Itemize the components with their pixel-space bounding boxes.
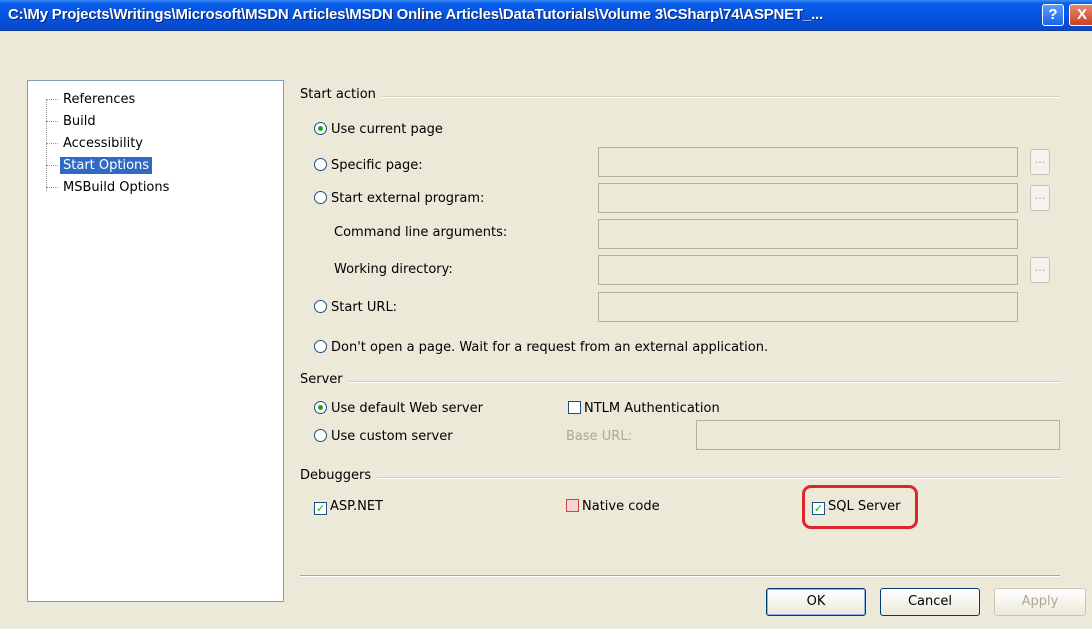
use-current-page-label: Use current page — [331, 122, 443, 137]
start-action-group-label: Start action — [300, 87, 382, 102]
aspnet-debugger-checkbox[interactable]: ✓ ASP.NET — [314, 498, 383, 516]
checkbox-icon[interactable] — [566, 499, 579, 512]
help-button[interactable]: ? — [1042, 4, 1064, 26]
dont-open-page-option[interactable]: Don't open a page. Wait for a request fr… — [314, 339, 768, 357]
start-external-program-option[interactable]: Start external program: — [314, 190, 484, 208]
command-line-arguments-label: Command line arguments: — [334, 225, 508, 240]
specific-page-option[interactable]: Specific page: — [314, 157, 423, 175]
base-url-label: Base URL: — [566, 429, 632, 444]
radio-checked-icon[interactable] — [314, 122, 327, 135]
use-default-web-server-option[interactable]: Use default Web server — [314, 400, 483, 418]
tree-item-references[interactable]: References — [60, 91, 138, 108]
start-url-label: Start URL: — [331, 300, 398, 315]
debuggers-group-label: Debuggers — [300, 468, 378, 483]
bottom-divider — [300, 575, 1060, 577]
server-group-label: Server — [300, 372, 349, 387]
start-url-option[interactable]: Start URL: — [314, 299, 397, 317]
ntlm-authentication-label: NTLM Authentication — [584, 401, 720, 416]
window-title: C:\My Projects\Writings\Microsoft\MSDN A… — [8, 6, 823, 23]
radio-icon[interactable] — [314, 158, 327, 171]
specific-page-label: Specific page: — [331, 158, 423, 173]
specific-page-browse-button[interactable]: ... — [1030, 149, 1050, 175]
close-button[interactable]: X — [1069, 4, 1092, 26]
sql-server-highlight-box — [802, 485, 918, 529]
use-current-page-option[interactable]: Use current page — [314, 121, 443, 139]
working-directory-browse-button[interactable]: ... — [1030, 257, 1050, 283]
ok-button[interactable]: OK — [766, 588, 866, 616]
radio-icon[interactable] — [314, 429, 327, 442]
native-code-debugger-checkbox[interactable]: Native code — [566, 498, 660, 516]
radio-icon[interactable] — [314, 340, 327, 353]
working-directory-label: Working directory: — [334, 262, 453, 277]
use-custom-server-label: Use custom server — [331, 429, 453, 444]
cancel-button[interactable]: Cancel — [880, 588, 980, 616]
use-custom-server-option[interactable]: Use custom server — [314, 428, 453, 446]
tree-connector — [46, 187, 58, 188]
tree-connector — [46, 121, 58, 122]
base-url-input[interactable] — [696, 420, 1060, 450]
ntlm-authentication-checkbox[interactable]: NTLM Authentication — [568, 400, 720, 418]
radio-icon[interactable] — [314, 191, 327, 204]
native-code-label: Native code — [582, 499, 660, 514]
title-bar[interactable]: C:\My Projects\Writings\Microsoft\MSDN A… — [0, 0, 1092, 31]
specific-page-input[interactable] — [598, 147, 1018, 177]
external-program-browse-button[interactable]: ... — [1030, 185, 1050, 211]
debuggers-divider — [300, 477, 1060, 479]
tree-connector — [46, 99, 58, 100]
tree-item-build[interactable]: Build — [60, 113, 99, 130]
server-divider — [300, 381, 1060, 383]
tree-item-start-options[interactable]: Start Options — [60, 157, 153, 174]
start-url-input[interactable] — [598, 292, 1018, 322]
tree-connector — [46, 165, 58, 166]
dont-open-page-label: Don't open a page. Wait for a request fr… — [331, 340, 769, 355]
project-properties-dialog: C:\My Projects\Writings\Microsoft\MSDN A… — [0, 0, 1092, 629]
radio-checked-icon[interactable] — [314, 401, 327, 414]
tree-item-accessibility[interactable]: Accessibility — [60, 135, 146, 152]
tree-item-msbuild-options[interactable]: MSBuild Options — [60, 179, 172, 196]
category-tree[interactable]: References Build Accessibility Start Opt… — [27, 80, 284, 602]
tree-connector — [46, 99, 47, 191]
aspnet-label: ASP.NET — [330, 499, 383, 514]
apply-button[interactable]: Apply — [994, 588, 1086, 616]
command-line-arguments-input[interactable] — [598, 219, 1018, 249]
checkbox-checked-icon[interactable]: ✓ — [314, 502, 327, 515]
external-program-input[interactable] — [598, 183, 1018, 213]
working-directory-input[interactable] — [598, 255, 1018, 285]
tree-connector — [46, 143, 58, 144]
radio-icon[interactable] — [314, 300, 327, 313]
start-external-program-label: Start external program: — [331, 191, 485, 206]
use-default-web-server-label: Use default Web server — [331, 401, 483, 416]
checkbox-icon[interactable] — [568, 401, 581, 414]
start-action-divider — [300, 96, 1060, 98]
